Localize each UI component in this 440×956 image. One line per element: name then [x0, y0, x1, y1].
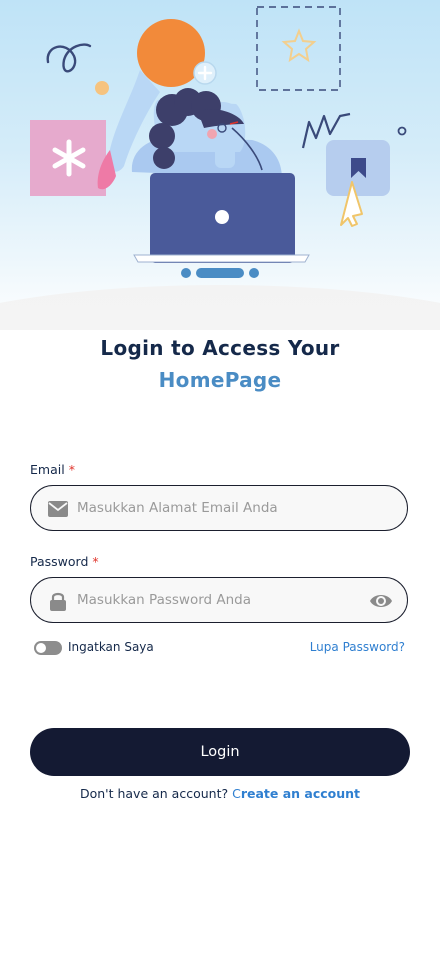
page-title: Login to Access Your HomePage: [0, 336, 440, 392]
mail-icon: [48, 501, 68, 517]
signup-prompt: Don't have an account? Create an account: [0, 786, 440, 801]
title-line-1: Login to Access Your: [100, 336, 340, 360]
email-label: Email *: [30, 462, 75, 477]
email-required-mark: *: [68, 462, 75, 477]
carousel-dot-active[interactable]: [196, 268, 244, 278]
remember-me-label: Ingatkan Saya: [68, 640, 154, 654]
create-account-link[interactable]: Create an account: [232, 786, 360, 801]
hero-illustration: [0, 0, 440, 330]
carousel-dot[interactable]: [249, 268, 259, 278]
email-input[interactable]: [77, 486, 347, 530]
carousel-indicators: [181, 268, 259, 278]
carousel-dot[interactable]: [181, 268, 191, 278]
eye-icon[interactable]: [369, 590, 393, 612]
toggle-knob: [36, 643, 46, 653]
email-field-container: [30, 485, 408, 531]
password-label: Password *: [30, 554, 99, 569]
password-label-text: Password: [30, 554, 89, 569]
create-account-link-first: C: [232, 786, 241, 801]
password-field-container: [30, 577, 408, 623]
title-line-2: HomePage: [158, 368, 282, 392]
forgot-password-link[interactable]: Lupa Password?: [310, 640, 405, 654]
email-label-text: Email: [30, 462, 65, 477]
signup-prompt-text: Don't have an account?: [79, 786, 233, 801]
create-account-link-rest: reate an account: [240, 786, 361, 801]
login-button[interactable]: Login: [30, 728, 410, 776]
lock-icon: [50, 592, 66, 611]
remember-me-toggle[interactable]: [34, 641, 62, 655]
password-input[interactable]: [77, 578, 347, 622]
password-required-mark: *: [92, 554, 99, 569]
